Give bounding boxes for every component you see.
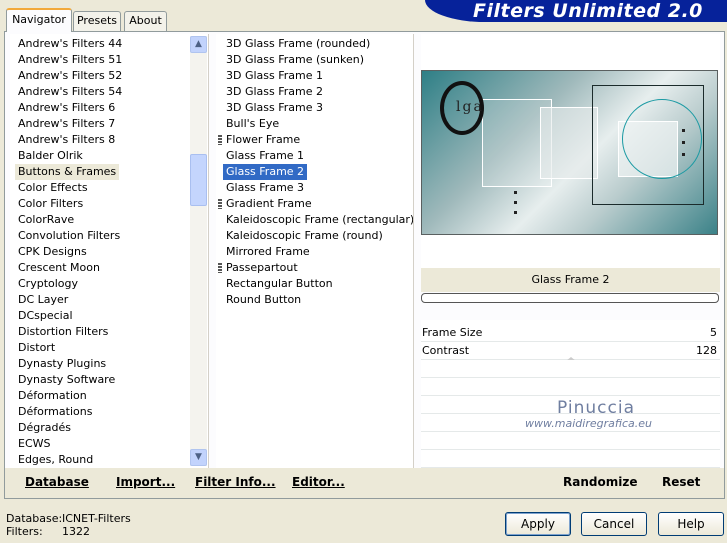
filter-list-item[interactable]: Convolution Filters xyxy=(15,228,123,244)
filter-list-item[interactable]: DCspecial xyxy=(15,308,76,324)
filters-count-value: 1322 xyxy=(62,525,90,538)
tab-presets[interactable]: Presets xyxy=(73,11,121,31)
effect-list-item[interactable]: Gradient Frame xyxy=(223,196,315,212)
effect-list-item[interactable]: 3D Glass Frame 3 xyxy=(223,100,326,116)
effect-list-item[interactable]: Glass Frame 1 xyxy=(223,148,307,164)
filters-count-label: Filters: xyxy=(6,525,43,538)
filter-list-item[interactable]: Cryptology xyxy=(15,276,81,292)
cancel-button[interactable]: Cancel xyxy=(581,512,647,536)
param-contrast[interactable]: Contrast 128 xyxy=(421,342,720,360)
preview-area: lga xyxy=(421,34,720,268)
scroll-thumb[interactable] xyxy=(190,154,207,206)
filter-list-item[interactable]: Andrew's Filters 54 xyxy=(15,84,125,100)
param-value: 5 xyxy=(710,326,717,339)
preview-text: lga xyxy=(456,99,484,115)
effect-list-item[interactable]: 3D Glass Frame (rounded) xyxy=(223,36,373,52)
watermark-url: www.maidiregrafica.eu xyxy=(525,417,652,430)
progress-bar xyxy=(421,293,719,303)
filter-list-item[interactable]: Dynasty Plugins xyxy=(15,356,109,372)
preview-frame-face xyxy=(540,107,598,179)
param-value: 128 xyxy=(696,344,717,357)
scroll-down-button[interactable]: ▼ xyxy=(190,449,207,466)
database-button[interactable]: Database xyxy=(25,475,89,489)
watermark-name: Pinuccia xyxy=(557,398,635,418)
filter-list-item[interactable]: Distortion Filters xyxy=(15,324,111,340)
reset-button[interactable]: Reset xyxy=(662,475,700,489)
editor-button[interactable]: Editor... xyxy=(292,475,345,489)
database-label: Database: xyxy=(6,512,63,525)
filter-list-scrollbar[interactable]: ▲ ▼ xyxy=(190,36,207,466)
effect-list[interactable]: 3D Glass Frame (rounded) 3D Glass Frame (… xyxy=(216,34,414,468)
param-label: Contrast xyxy=(422,344,470,357)
filter-list-item[interactable]: Edges, Round xyxy=(15,452,96,468)
effect-list-item[interactable]: Flower Frame xyxy=(223,132,303,148)
filter-list-item[interactable]: DC Layer xyxy=(15,292,71,308)
filter-list-item[interactable]: Color Effects xyxy=(15,180,91,196)
effect-list-item[interactable]: 3D Glass Frame 2 xyxy=(223,84,326,100)
preview-dot xyxy=(514,201,517,204)
filter-list-item[interactable]: ECWS xyxy=(15,436,54,452)
param-frame-size[interactable]: Frame Size 5 xyxy=(421,324,720,342)
filter-list-item[interactable]: Andrew's Filters 8 xyxy=(15,132,118,148)
help-button[interactable]: Help xyxy=(658,512,724,536)
effect-list-item[interactable]: Kaleidoscopic Frame (rectangular) xyxy=(223,212,413,228)
preview-image: lga xyxy=(421,70,718,235)
param-label: Frame Size xyxy=(422,326,483,339)
database-value: ICNET-Filters xyxy=(62,512,131,525)
filters-unlimited-window: { "window": { "title": "Filters Unlimite… xyxy=(0,0,727,543)
drag-grip-icon xyxy=(218,199,222,209)
effect-list-item[interactable]: Mirrored Frame xyxy=(223,244,313,260)
filter-list-item[interactable]: Déformations xyxy=(15,404,95,420)
param-empty-row xyxy=(421,450,720,468)
scroll-up-button[interactable]: ▲ xyxy=(190,36,207,53)
drag-grip-icon xyxy=(218,263,222,273)
filter-list-item[interactable]: ColorRave xyxy=(15,212,77,228)
apply-button[interactable]: Apply xyxy=(505,512,571,536)
filter-list-item[interactable]: Andrew's Filters 6 xyxy=(15,100,118,116)
filter-list-item[interactable]: Crescent Moon xyxy=(15,260,103,276)
filter-list-item[interactable]: Andrew's Filters 52 xyxy=(15,68,125,84)
import-button[interactable]: Import... xyxy=(116,475,175,489)
effect-list-item[interactable]: Bull's Eye xyxy=(223,116,282,132)
effect-list-item[interactable]: Rectangular Button xyxy=(223,276,336,292)
filter-list-item[interactable]: Balder Olrik xyxy=(15,148,86,164)
filter-list-item[interactable]: Dégradés xyxy=(15,420,74,436)
effect-list-item[interactable]: Round Button xyxy=(223,292,304,308)
filter-info-button[interactable]: Filter Info... xyxy=(195,475,276,489)
preview-dot xyxy=(514,191,517,194)
filter-list-item[interactable]: Andrew's Filters 44 xyxy=(15,36,125,52)
filter-list-item[interactable]: Andrew's Filters 51 xyxy=(15,52,125,68)
drag-grip-icon xyxy=(218,135,222,145)
param-empty-row xyxy=(421,378,720,396)
effect-list-item[interactable]: Glass Frame 3 xyxy=(223,180,307,196)
parameter-list: Frame Size 5 Contrast 128 Pinuccia www.m… xyxy=(421,320,720,468)
tab-about[interactable]: About xyxy=(124,11,167,31)
preview-dot xyxy=(514,211,517,214)
filter-list-item[interactable]: Dynasty Software xyxy=(15,372,118,388)
filter-list-item[interactable]: Andrew's Filters 7 xyxy=(15,116,118,132)
filter-list-item[interactable]: Buttons & Frames xyxy=(15,164,120,180)
tab-navigator[interactable]: Navigator xyxy=(6,8,72,32)
filter-list-item[interactable]: Distort xyxy=(15,340,58,356)
preview-ring xyxy=(622,99,702,179)
effect-list-item[interactable]: Kaleidoscopic Frame (round) xyxy=(223,228,386,244)
filter-list-item[interactable]: Déformation xyxy=(15,388,90,404)
filter-list-item[interactable]: CPK Designs xyxy=(15,244,90,260)
effect-list-item[interactable]: Glass Frame 2 xyxy=(223,164,308,180)
filter-list-item[interactable]: Color Filters xyxy=(15,196,86,212)
effect-list-item[interactable]: 3D Glass Frame 1 xyxy=(223,68,326,84)
filter-category-list[interactable]: Andrew's Filters 44 Andrew's Filters 51 An… xyxy=(10,34,209,468)
effect-name-label: Glass Frame 2 xyxy=(421,268,720,292)
effect-list-item[interactable]: Passepartout xyxy=(223,260,301,276)
param-empty-row xyxy=(421,432,720,450)
effect-list-item[interactable]: 3D Glass Frame (sunken) xyxy=(223,52,367,68)
app-title-banner: Filters Unlimited 2.0 xyxy=(425,0,727,22)
param-empty-row xyxy=(421,360,720,378)
randomize-button[interactable]: Randomize xyxy=(563,475,637,489)
